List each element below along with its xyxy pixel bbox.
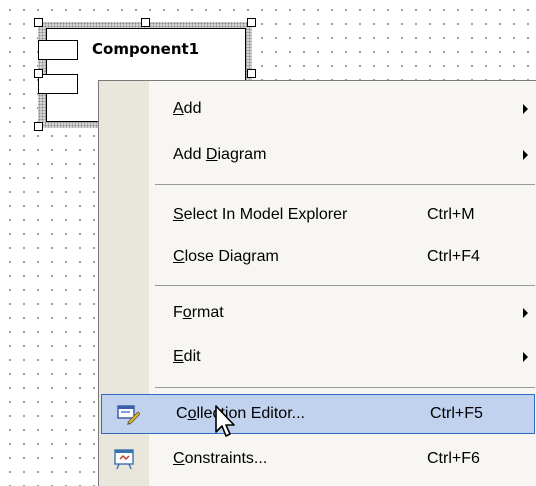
menu-item-label: Edit (173, 348, 201, 365)
component-tab-bottom (38, 74, 78, 94)
resize-handle-nw[interactable] (34, 18, 43, 27)
menu-separator (155, 387, 535, 388)
menu-item-label: Add Diagram (173, 146, 267, 163)
menu-item-label: Add (173, 100, 202, 117)
submenu-arrow-icon (523, 352, 528, 362)
menu-item-format[interactable]: Format (99, 293, 536, 333)
submenu-arrow-icon (523, 150, 528, 160)
component-tab-top (38, 40, 78, 60)
context-menu: Add Add Diagram Select In Model Explorer… (98, 80, 536, 486)
component-title: Component1 (92, 40, 200, 58)
menu-item-select-in-model-explorer[interactable]: Select In Model Explorer Ctrl+M (99, 195, 536, 235)
menu-separator (155, 285, 535, 286)
menu-item-add-diagram[interactable]: Add Diagram (99, 135, 536, 175)
menu-separator (155, 184, 535, 185)
menu-item-shortcut: Ctrl+F4 (427, 248, 480, 265)
menu-item-shortcut: Ctrl+F6 (427, 450, 480, 467)
menu-item-edit[interactable]: Edit (99, 337, 536, 377)
menu-item-shortcut: Ctrl+M (427, 206, 475, 223)
resize-handle-e[interactable] (247, 69, 256, 78)
menu-item-close-diagram[interactable]: Close Diagram Ctrl+F4 (99, 237, 536, 277)
menu-item-constraints[interactable]: Constraints... Ctrl+F6 (99, 439, 536, 479)
menu-item-label: Collection Editor... (176, 405, 305, 422)
menu-item-label: Select In Model Explorer (173, 206, 348, 223)
submenu-arrow-icon (523, 104, 528, 114)
mouse-pointer-icon (215, 405, 235, 437)
menu-item-label: Constraints... (173, 450, 268, 467)
resize-handle-w[interactable] (34, 69, 43, 78)
submenu-arrow-icon (523, 308, 528, 318)
resize-handle-ne[interactable] (247, 18, 256, 27)
menu-item-add[interactable]: Add (99, 89, 536, 129)
menu-item-label: Format (173, 304, 224, 321)
diagram-canvas[interactable]: Component1 Add Add Diagram Select In Mod… (0, 0, 536, 486)
menu-item-shortcut: Ctrl+F5 (430, 405, 483, 422)
resize-handle-n[interactable] (141, 18, 150, 27)
collection-editor-icon (117, 405, 140, 425)
constraints-icon (114, 449, 134, 470)
resize-handle-sw[interactable] (34, 122, 43, 131)
menu-item-label: Close Diagram (173, 248, 279, 265)
menu-item-collection-editor[interactable]: Collection Editor... Ctrl+F5 (101, 394, 535, 434)
